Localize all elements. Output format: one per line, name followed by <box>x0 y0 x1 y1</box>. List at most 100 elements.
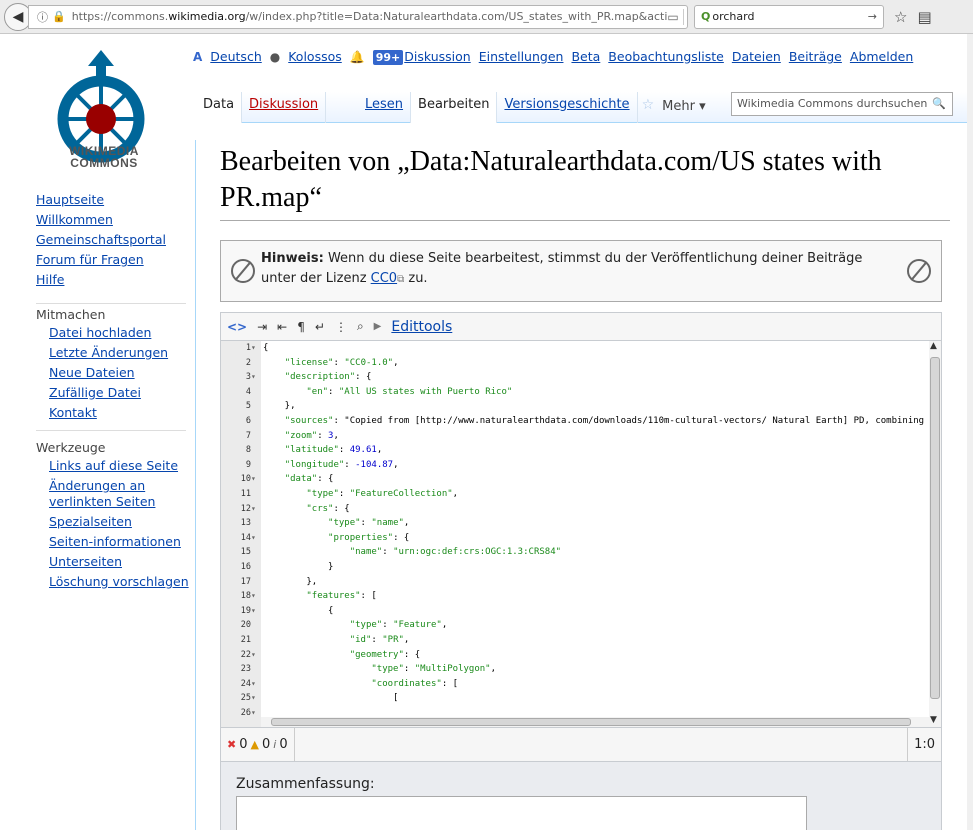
fold-arrow-icon[interactable]: ▾ <box>251 691 256 705</box>
scroll-down-icon[interactable]: ▼ <box>930 715 937 725</box>
sidebar-item-participate-1[interactable]: Letzte Änderungen <box>49 345 191 361</box>
sidebar-divider <box>36 430 186 431</box>
more-menu[interactable]: Mehr ▾ <box>658 92 711 123</box>
code-line: 5 }, <box>221 399 941 413</box>
sidebar-item-tools-0[interactable]: Links auf diese Seite <box>49 458 191 474</box>
scroll-thumb[interactable] <box>271 718 911 726</box>
settings-link[interactable]: Einstellungen <box>479 49 564 64</box>
sidebar-item-participate-0[interactable]: Datei hochladen <box>49 325 191 341</box>
vertical-scrollbar[interactable]: ▲ ▼ <box>929 341 941 727</box>
fold-arrow-icon[interactable]: ▾ <box>251 648 256 662</box>
search-icon[interactable]: 🔍 <box>932 97 946 110</box>
search-go-icon[interactable]: → <box>868 10 877 23</box>
code-line: 12 ▾ "crs": { <box>221 502 941 516</box>
notifications-badge[interactable]: 99+ <box>372 50 404 65</box>
code-line: 22 ▾ "geometry": { <box>221 648 941 662</box>
line-number: 8 <box>245 445 251 456</box>
fold-arrow-icon[interactable]: ▾ <box>251 370 256 384</box>
line-number: 23 <box>240 664 251 675</box>
fold-arrow-icon[interactable]: ▾ <box>251 502 256 516</box>
fold-arrow-icon[interactable]: ▾ <box>251 531 256 545</box>
watch-star-icon[interactable]: ☆ <box>638 92 659 123</box>
search-replace-icon[interactable]: ⌕ <box>357 319 364 334</box>
tab-data[interactable]: Data <box>196 92 243 123</box>
bookmark-star-icon[interactable]: ☆ <box>894 8 907 26</box>
license-notice: Hinweis: Wenn du diese Seite bearbeitest… <box>220 240 942 302</box>
tab-history[interactable]: Versionsgeschichte <box>497 92 638 123</box>
line-number: 24 <box>240 678 251 689</box>
browser-toolbar: ◀ ⓘ 🔒 https://commons. wikimedia.org/w/in… <box>0 0 973 34</box>
line-number: 13 <box>240 518 251 529</box>
reader-view-icon[interactable]: ▭ <box>667 10 678 24</box>
tab-edit[interactable]: Bearbeiten <box>411 92 498 123</box>
tab-read[interactable]: Lesen <box>358 92 412 123</box>
sidebar-item-nav-3[interactable]: Forum für Fragen <box>36 252 191 268</box>
sidebar-item-nav-1[interactable]: Willkommen <box>36 212 191 228</box>
url-host: wikimedia.org <box>168 10 246 23</box>
cc0-license-link[interactable]: CC0 <box>371 271 397 286</box>
line-number: 20 <box>240 620 251 631</box>
sidebar-item-nav-4[interactable]: Hilfe <box>36 272 191 288</box>
horizontal-scrollbar[interactable] <box>261 717 929 727</box>
bell-icon[interactable]: 🔔 <box>350 50 365 64</box>
fold-arrow-icon[interactable]: ▾ <box>251 472 256 486</box>
wiki-search-input[interactable]: Wikimedia Commons durchsuchen 🔍 <box>731 92 953 116</box>
code-area[interactable]: 1 ▾{2 "license": "CC0-1.0", 3 ▾ "descriptio… <box>221 341 941 727</box>
sidebar-item-tools-1[interactable]: Änderungen an verlinkten Seiten <box>49 478 191 510</box>
fold-arrow-icon[interactable]: ▾ <box>251 604 256 618</box>
files-link[interactable]: Dateien <box>732 49 781 64</box>
personal-tools: A Deutsch ● Kolossos 🔔 99+ Diskussion Ein… <box>193 49 913 65</box>
logo-wordmark: WIKIMEDIA COMMONS <box>69 144 139 170</box>
url-path: /w/index.php?title=Data:Naturalearthdata… <box>245 10 668 23</box>
line-number: 9 <box>245 459 251 470</box>
sidebar-item-tools-4[interactable]: Unterseiten <box>49 554 191 570</box>
content-border <box>195 140 196 830</box>
wrap-icon[interactable]: ↵ <box>315 320 325 334</box>
fold-arrow-icon[interactable]: ▾ <box>251 677 256 691</box>
code-text: "zoom": 3, <box>284 430 339 441</box>
sidebar-item-participate-2[interactable]: Neue Dateien <box>49 365 191 381</box>
bookmarks-list-icon[interactable]: ▤ <box>917 8 931 26</box>
browser-search-input[interactable]: Q orchard → <box>694 4 884 29</box>
outdent-icon[interactable]: ⇤ <box>277 320 287 334</box>
discussion-link[interactable]: Diskussion <box>404 49 470 64</box>
sidebar-participate: Mitmachen Datei hochladen Letzte Änderung… <box>36 307 191 425</box>
triangle-right-icon: ▶ <box>373 321 382 332</box>
logout-link[interactable]: Abmelden <box>850 49 913 64</box>
line-number: 21 <box>240 635 251 645</box>
beta-link[interactable]: Beta <box>571 49 600 64</box>
contributions-link[interactable]: Beiträge <box>789 49 842 64</box>
line-numbers-icon[interactable]: ⋮ <box>335 320 347 334</box>
sidebar-item-nav-0[interactable]: Hauptseite <box>36 192 191 208</box>
sidebar-item-participate-3[interactable]: Zufällige Datei <box>49 385 191 401</box>
code-text: "longitude": -104.87, <box>284 459 399 470</box>
info-icon[interactable]: ⓘ <box>37 9 48 25</box>
sidebar-item-nav-2[interactable]: Gemeinschaftsportal <box>36 232 191 248</box>
page-scrollbar[interactable] <box>967 34 973 830</box>
code-text: "properties": { <box>328 532 410 543</box>
scroll-up-icon[interactable]: ▲ <box>930 341 937 351</box>
pilcrow-icon[interactable]: ¶ <box>297 320 305 334</box>
user-link[interactable]: Kolossos <box>288 49 342 64</box>
code-toggle-icon[interactable]: <> <box>227 320 247 334</box>
summary-input[interactable] <box>236 796 807 830</box>
scroll-thumb[interactable] <box>930 357 940 699</box>
edittools-link[interactable]: Edittools <box>391 319 452 335</box>
fold-arrow-icon[interactable]: ▾ <box>251 706 256 720</box>
fold-arrow-icon[interactable]: ▾ <box>251 341 256 355</box>
tab-discussion[interactable]: Diskussion <box>242 92 327 123</box>
sidebar-tools: Werkzeuge Links auf diese Seite Änderunge… <box>36 440 191 594</box>
code-text: "latitude": 49.61, <box>284 445 383 456</box>
watchlist-link[interactable]: Beobachtungsliste <box>608 49 724 64</box>
sidebar-item-tools-5[interactable]: Löschung vorschlagen <box>49 574 191 590</box>
sidebar-item-tools-2[interactable]: Spezialseiten <box>49 514 191 530</box>
fold-arrow-icon[interactable]: ▾ <box>251 589 256 603</box>
sidebar-item-tools-3[interactable]: Seiten-informationen <box>49 534 191 550</box>
url-bar[interactable]: ⓘ 🔒 https://commons. wikimedia.org/w/inde… <box>28 4 688 29</box>
language-link[interactable]: Deutsch <box>210 49 261 64</box>
indent-icon[interactable]: ⇥ <box>257 320 267 334</box>
sidebar-item-participate-4[interactable]: Kontakt <box>49 405 191 421</box>
code-line: 18 ▾ "features": [ <box>221 589 941 603</box>
error-count: 0 <box>239 737 248 752</box>
wiki-search-placeholder: Wikimedia Commons durchsuchen <box>737 97 928 110</box>
